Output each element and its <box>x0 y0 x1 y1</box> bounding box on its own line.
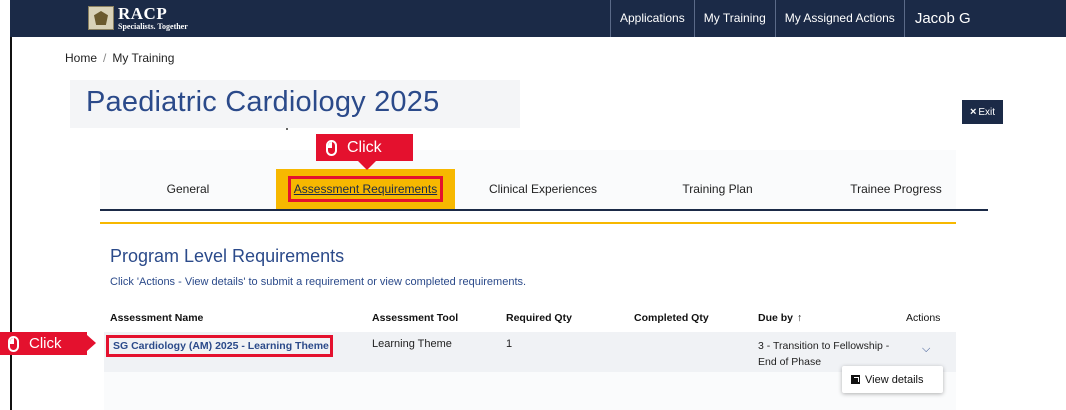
chevron-down-icon[interactable]: ⌵ <box>922 343 930 356</box>
assessment-name-link[interactable]: SG Cardiology (AM) 2025 - Learning Theme… <box>106 335 333 357</box>
breadcrumb-separator: / <box>103 51 107 65</box>
required-qty-cell: 1 <box>506 338 513 350</box>
breadcrumb: Home / My Training <box>65 51 174 65</box>
tab-general-label: General <box>166 182 210 196</box>
page-title: Paediatric Cardiology 2025 <box>86 86 440 118</box>
breadcrumb-current: My Training <box>112 51 175 65</box>
col-assessment-name: Assessment Name <box>110 312 204 324</box>
view-details-label: View details <box>865 373 924 386</box>
due-by-line-1: 3 - Transition to Fellowship - <box>758 340 890 352</box>
table-body-area <box>104 372 956 410</box>
tab-clinical-experiences[interactable]: Clinical Experiences <box>455 169 631 209</box>
click-callout-row: Click <box>0 332 96 355</box>
top-nav: RACP Specialists. Together Applications … <box>10 0 1066 37</box>
exit-label: Exit <box>978 106 996 118</box>
col-actions: Actions <box>906 312 941 324</box>
view-details-menu-item[interactable]: View details <box>842 366 943 393</box>
click-callout-tab: Click <box>316 134 413 170</box>
tab-assessment-requirements-label: Assessment Requirements <box>287 176 444 202</box>
sort-arrow-up-icon: ↑ <box>797 312 803 324</box>
col-due-by[interactable]: Due by ↑ <box>758 312 802 324</box>
table-row: SG Cardiology (AM) 2025 - Learning Theme… <box>104 332 956 372</box>
tab-clinical-experiences-label: Clinical Experiences <box>488 182 598 196</box>
tab-general[interactable]: General <box>100 169 276 209</box>
nav-applications[interactable]: Applications <box>610 0 694 37</box>
tab-trainee-progress-label: Trainee Progress <box>850 182 942 196</box>
external-link-icon <box>851 375 860 384</box>
user-menu[interactable]: Jacob G <box>903 0 981 37</box>
nav-links: Applications My Training My Assigned Act… <box>610 0 981 37</box>
col-due-by-label: Due by <box>758 312 794 324</box>
tab-training-plan[interactable]: Training Plan <box>631 169 804 209</box>
logo-title: RACP <box>118 4 168 23</box>
racp-logo[interactable]: RACP Specialists. Together <box>88 5 188 31</box>
section-title: Program Level Requirements <box>110 246 345 266</box>
crest-icon <box>88 6 114 30</box>
nav-my-assigned-actions[interactable]: My Assigned Actions <box>774 0 904 37</box>
tab-trainee-progress[interactable]: Trainee Progress <box>804 169 988 209</box>
tab-training-plan-label: Training Plan <box>682 182 753 196</box>
breadcrumb-home[interactable]: Home <box>65 51 97 65</box>
content-divider <box>100 222 956 224</box>
section-help-text: Click 'Actions - View details' to submit… <box>110 276 527 288</box>
logo-subtitle: Specialists. Together <box>118 22 188 31</box>
table-header: Assessment Name Assessment Tool Required… <box>104 312 956 328</box>
mouse-icon <box>8 335 19 352</box>
col-completed-qty: Completed Qty <box>634 312 709 324</box>
tab-bar: General Assessment Requirements Clinical… <box>100 169 988 211</box>
close-icon: × <box>969 106 977 118</box>
click-callout-tab-label: Click <box>347 138 382 156</box>
divider-dot <box>286 128 288 130</box>
assessment-tool-cell: Learning Theme <box>372 338 452 350</box>
click-callout-row-label: Click <box>29 335 62 352</box>
tab-assessment-requirements[interactable]: Assessment Requirements <box>276 169 455 209</box>
nav-my-training[interactable]: My Training <box>693 0 775 37</box>
mouse-icon <box>326 139 337 156</box>
col-required-qty: Required Qty <box>506 312 572 324</box>
col-assessment-tool: Assessment Tool <box>372 312 459 324</box>
exit-button[interactable]: × Exit <box>962 100 1003 124</box>
